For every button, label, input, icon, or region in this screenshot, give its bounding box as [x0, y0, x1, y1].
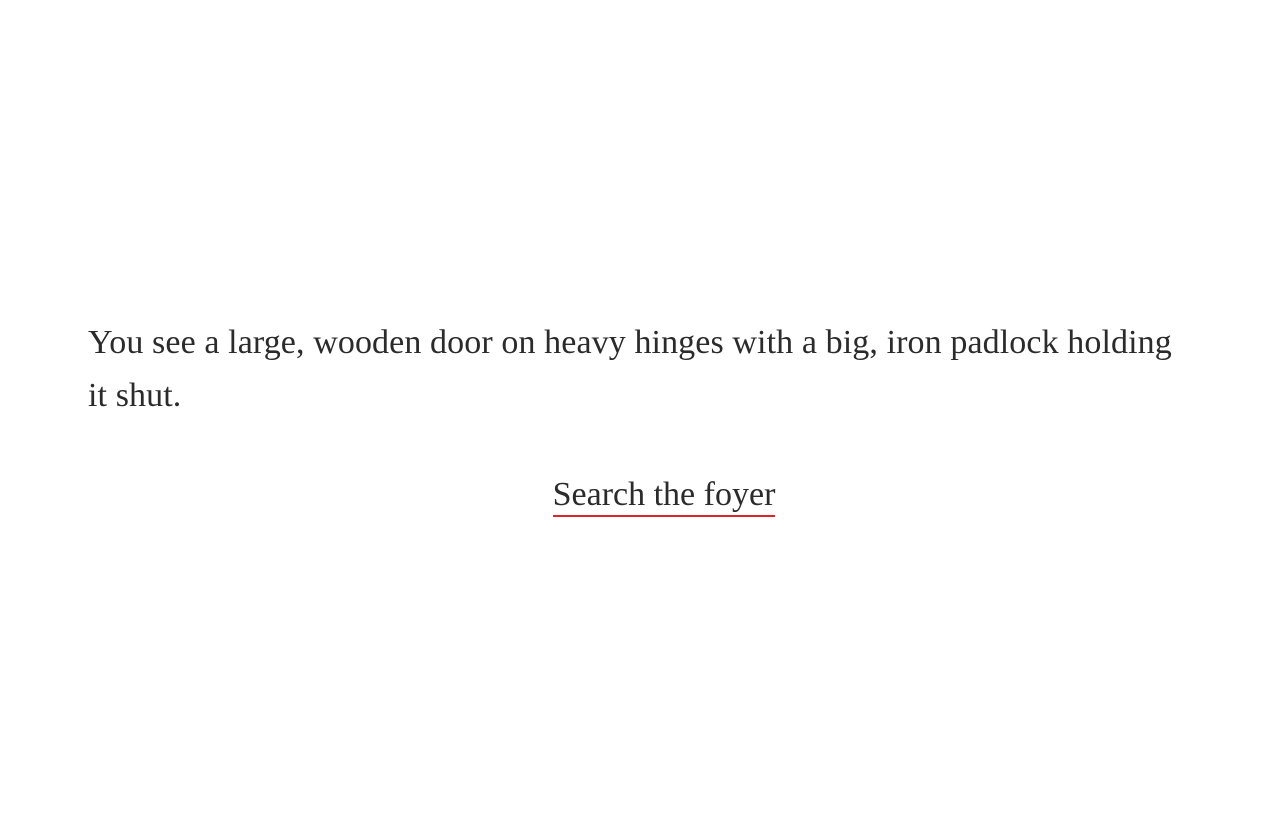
choice-search-foyer-link[interactable]: Search the foyer: [552, 475, 776, 517]
choice-list: Search the foyer: [0, 475, 1282, 517]
passage-text: You see a large, wooden door on heavy hi…: [88, 324, 1172, 414]
story-page: You see a large, wooden door on heavy hi…: [0, 0, 1282, 818]
